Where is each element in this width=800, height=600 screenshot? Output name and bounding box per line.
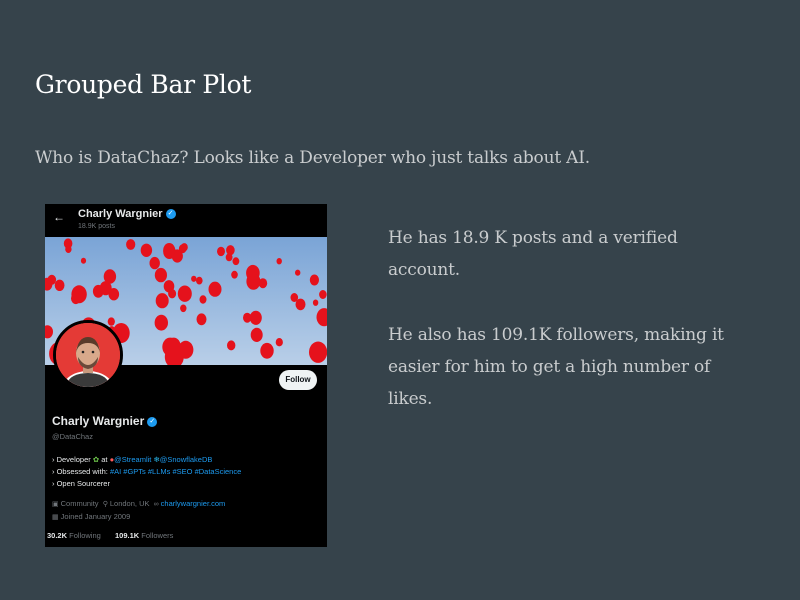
- profile-handle: @DataChaz: [52, 432, 93, 441]
- balloon: [191, 275, 197, 282]
- profile-bio: › Developer ✿ at ●@Streamlit ❄@Snowflake…: [52, 454, 241, 490]
- slide-subtitle: Who is DataChaz? Looks like a Developer …: [35, 148, 590, 168]
- link-icon: ∞: [153, 501, 159, 508]
- following-link[interactable]: 30.2K Following: [47, 531, 101, 540]
- streamlit-link[interactable]: @Streamlit: [114, 455, 151, 464]
- balloon: [295, 269, 301, 276]
- slide-title: Grouped Bar Plot: [35, 70, 252, 99]
- balloon: [163, 280, 175, 293]
- description-text: He has 18.9 K posts and a verified accou…: [388, 222, 728, 448]
- balloon: [243, 312, 252, 323]
- balloon: [208, 281, 222, 297]
- balloon: [232, 257, 240, 266]
- balloon: [80, 257, 87, 264]
- balloon: [217, 246, 225, 257]
- posts-paragraph: He has 18.9 K posts and a verified accou…: [388, 228, 678, 280]
- balloon: [196, 276, 203, 285]
- balloon: [225, 253, 233, 262]
- balloon: [275, 338, 283, 347]
- community-icon: ▣: [52, 501, 59, 508]
- balloon: [250, 327, 263, 342]
- verified-badge-icon: ✓: [147, 416, 158, 427]
- balloon: [312, 299, 319, 306]
- balloon: [249, 310, 262, 325]
- balloon: [178, 244, 187, 254]
- balloon: [180, 304, 187, 313]
- balloon: [154, 267, 167, 283]
- followers-link[interactable]: 109.1K Followers: [115, 531, 173, 540]
- balloon: [196, 313, 207, 326]
- balloon: [71, 292, 81, 305]
- follow-button[interactable]: Follow: [279, 370, 317, 390]
- website-link[interactable]: charlywargnier.com: [161, 499, 226, 508]
- location-icon: ⚲: [102, 501, 108, 508]
- balloon: [154, 314, 168, 331]
- balloon: [54, 279, 65, 291]
- location-text: London, UK: [109, 499, 150, 508]
- balloon: [260, 342, 274, 359]
- balloon: [107, 317, 115, 326]
- verified-badge-icon: ✓: [165, 209, 176, 220]
- balloon: [309, 341, 327, 363]
- bio-line-3: › Open Sourcerer: [52, 479, 110, 488]
- posts-count: 18.9K posts: [78, 223, 115, 230]
- bio-line-1: › Developer ✿ at ●@Streamlit ❄@Snowflake…: [52, 455, 213, 464]
- leaf-emoji-icon: ✿: [92, 455, 100, 464]
- snowflake-link[interactable]: @SnowflakeDB: [160, 455, 213, 464]
- balloon: [103, 269, 117, 284]
- balloon: [199, 295, 207, 304]
- balloon: [295, 298, 306, 311]
- balloon: [140, 243, 153, 257]
- balloon: [309, 274, 319, 286]
- balloon: [126, 239, 136, 250]
- balloon: [231, 270, 238, 279]
- balloon: [177, 285, 192, 302]
- bio-line-2: › Obsessed with: #AI #GPTs #LLMs #SEO #D…: [52, 467, 242, 476]
- balloon: [149, 256, 160, 270]
- balloon: [163, 243, 176, 258]
- hashtag-links[interactable]: #AI #GPTs #LLMs #SEO #DataScience: [110, 467, 241, 476]
- display-name: Charly Wargnier ✓: [52, 414, 158, 428]
- topbar-name: Charly Wargnier ✓: [78, 208, 176, 220]
- community-link[interactable]: Community: [61, 499, 99, 508]
- balloon: [246, 273, 261, 290]
- avatar[interactable]: [53, 320, 123, 390]
- balloon: [319, 290, 327, 299]
- avatar-image: [56, 323, 120, 387]
- followers-paragraph: He also has 109.1K followers, making it …: [388, 325, 724, 409]
- profile-meta: ▣ Community ⚲ London, UK ∞ charlywargnier.c…: [52, 498, 225, 524]
- balloon: [162, 337, 179, 357]
- balloon: [65, 245, 72, 253]
- back-arrow-icon[interactable]: ←: [53, 210, 65, 224]
- calendar-icon: ▦: [52, 514, 59, 521]
- balloon: [227, 340, 236, 351]
- balloon: [155, 293, 169, 309]
- profile-topbar: ← Charly Wargnier ✓ 18.9K posts: [45, 204, 327, 236]
- profile-screenshot: ← Charly Wargnier ✓ 18.9K posts Follow Ch…: [45, 204, 327, 547]
- balloon: [276, 258, 282, 265]
- follow-counts: 30.2K Following 109.1K Followers: [47, 531, 173, 540]
- joined-date: Joined January 2009: [60, 512, 131, 521]
